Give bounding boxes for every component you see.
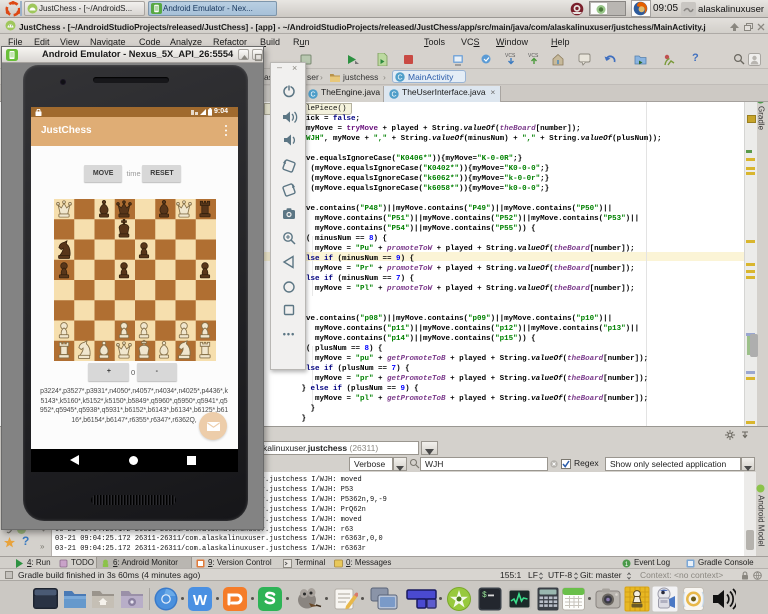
svg-text:C: C: [397, 75, 402, 82]
svg-text:C: C: [391, 92, 396, 99]
svg-text:C: C: [310, 92, 315, 99]
svg-text:W: W: [193, 592, 208, 609]
svg-text:$: $: [482, 591, 487, 600]
